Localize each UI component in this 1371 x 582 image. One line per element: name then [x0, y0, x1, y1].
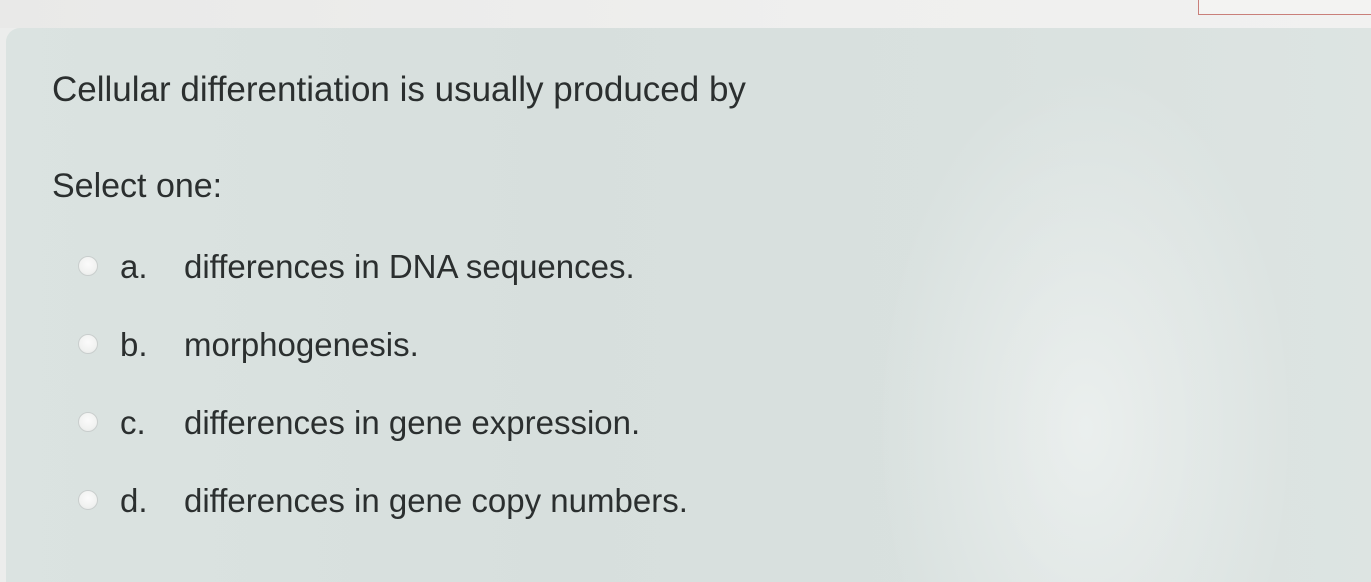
option-text[interactable]: differences in DNA sequences.	[184, 248, 635, 286]
option-letter: b.	[120, 326, 148, 363]
page-top-strip	[0, 0, 1371, 28]
option-text[interactable]: differences in gene expression.	[184, 404, 640, 442]
option-letter: a.	[120, 248, 148, 285]
answer-option-a[interactable]: a. differences in DNA sequences.	[70, 248, 870, 292]
answer-option-b[interactable]: b. morphogenesis.	[70, 326, 870, 370]
radio-icon[interactable]	[78, 490, 98, 510]
option-letter: c.	[120, 404, 146, 441]
option-text[interactable]: morphogenesis.	[184, 326, 419, 364]
answer-option-d[interactable]: d. differences in gene copy numbers.	[70, 482, 870, 526]
option-text[interactable]: differences in gene copy numbers.	[184, 482, 688, 520]
select-one-prompt: Select one:	[52, 167, 223, 205]
radio-icon[interactable]	[78, 334, 98, 354]
answer-option-c[interactable]: c. differences in gene expression.	[70, 404, 870, 448]
option-letter: d.	[120, 482, 148, 519]
radio-icon[interactable]	[78, 412, 98, 432]
top-right-control[interactable]	[1198, 0, 1371, 15]
radio-icon[interactable]	[78, 256, 98, 276]
question-text: Cellular differentiation is usually prod…	[52, 70, 746, 109]
